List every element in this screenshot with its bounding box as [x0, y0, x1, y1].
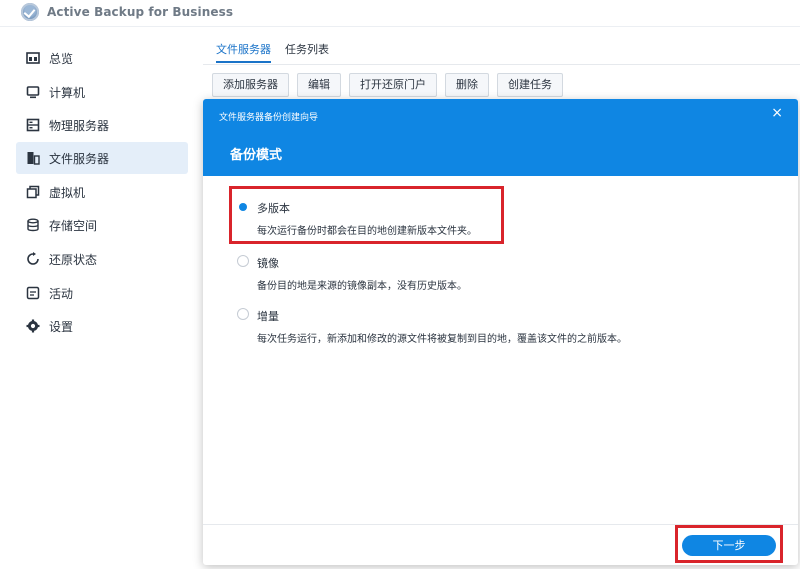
option-description: 备份目的地是来源的镜像副本，没有历史版本。 [257, 281, 467, 292]
virtual-machine-icon [26, 185, 40, 199]
sidebar-item-label: 计算机 [49, 85, 86, 100]
sidebar-item-settings[interactable]: 设置 [16, 310, 188, 342]
add-server-button[interactable]: 添加服务器 [212, 73, 289, 97]
tab-file-server[interactable]: 文件服务器 [216, 41, 271, 63]
sidebar-item-label: 虚拟机 [49, 185, 86, 200]
radio-mirror[interactable] [237, 255, 249, 267]
open-restore-portal-button[interactable]: 打开还原门户 [349, 73, 437, 97]
radio-incremental[interactable] [237, 308, 249, 320]
sidebar-item-label: 物理服务器 [49, 118, 110, 133]
computer-icon [26, 85, 40, 99]
sidebar-item-activity[interactable]: 活动 [16, 277, 188, 309]
create-task-button[interactable]: 创建任务 [497, 73, 563, 97]
restore-icon [26, 252, 40, 266]
sidebar-item-label: 设置 [49, 319, 74, 334]
app-title: Active Backup for Business [47, 5, 234, 19]
sidebar-item-overview[interactable]: 总览 [16, 42, 188, 74]
sidebar-item-label: 还原状态 [49, 252, 98, 267]
sidebar-item-computer[interactable]: 计算机 [16, 76, 188, 108]
wizard-title: 文件服务器备份创建向导 [219, 113, 319, 123]
option-description: 每次任务运行，新添加和修改的源文件将被复制到目的地，覆盖该文件的之前版本。 [257, 334, 627, 345]
sidebar-item-label: 文件服务器 [49, 151, 110, 166]
sidebar-item-virtual-machine[interactable]: 虚拟机 [16, 176, 188, 208]
tab-task-list[interactable]: 任务列表 [285, 41, 329, 63]
delete-button[interactable]: 删除 [445, 73, 489, 97]
toolbar: 添加服务器 编辑 打开还原门户 删除 创建任务 [212, 73, 571, 97]
sidebar-item-label: 总览 [49, 51, 74, 66]
sidebar-item-label: 活动 [49, 286, 74, 301]
option-label: 镜像 [257, 257, 279, 270]
option-label: 增量 [257, 310, 279, 323]
highlight-box-next [675, 525, 783, 563]
overview-icon [26, 51, 40, 65]
highlight-box-option [229, 186, 504, 244]
backup-wizard-dialog: 文件服务器备份创建向导 × 备份模式 多版本 每次运行备份时都会在目的地创建新版… [203, 99, 798, 565]
close-icon[interactable]: × [771, 105, 783, 121]
sidebar-item-label: 存储空间 [49, 218, 98, 233]
sidebar-item-restore-status[interactable]: 还原状态 [16, 243, 188, 275]
tabs-divider [203, 64, 800, 65]
gear-icon [26, 319, 40, 333]
file-server-icon [26, 151, 40, 165]
storage-icon [26, 218, 40, 232]
edit-button[interactable]: 编辑 [297, 73, 341, 97]
tab-bar: 文件服务器 任务列表 [216, 41, 343, 63]
sidebar-item-storage[interactable]: 存储空间 [16, 209, 188, 241]
activity-icon [26, 286, 40, 300]
step-title: 备份模式 [230, 148, 283, 163]
sidebar-item-file-server[interactable]: 文件服务器 [16, 142, 188, 174]
check-shield-icon [21, 3, 39, 21]
dialog-header: 文件服务器备份创建向导 × 备份模式 [203, 99, 798, 176]
server-icon [26, 118, 40, 132]
app-titlebar: Active Backup for Business [0, 0, 800, 27]
sidebar-item-physical-server[interactable]: 物理服务器 [16, 109, 188, 141]
